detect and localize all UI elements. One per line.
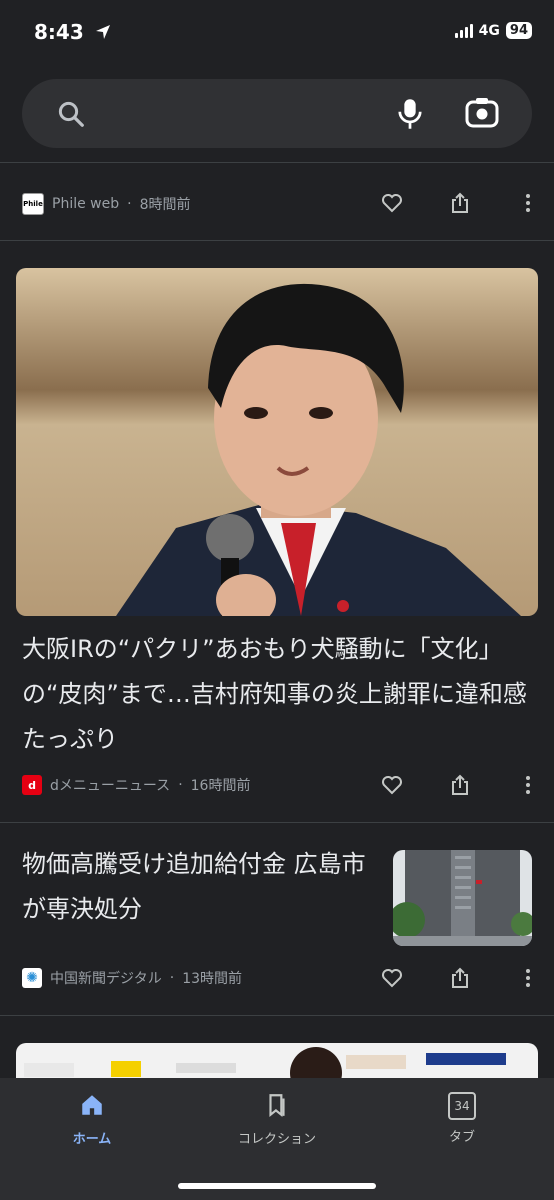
heart-icon[interactable] [380, 191, 404, 215]
dmenu-favicon-icon: d [22, 775, 42, 795]
article-thumbnail[interactable] [393, 850, 532, 946]
source-name[interactable]: Phile web [52, 196, 119, 212]
bottom-navigation: ホーム コレクション 34 タブ [0, 1078, 554, 1200]
article-source-row: d dメニューニュース · 16時間前 [22, 775, 250, 795]
location-arrow-icon [95, 25, 110, 39]
separator-dot: · [178, 777, 183, 793]
nav-home-label: ホーム [72, 1132, 112, 1147]
home-icon [82, 1095, 102, 1115]
separator-dot: · [127, 196, 132, 212]
more-vert-icon[interactable] [516, 966, 540, 990]
article-headline[interactable]: 物価高騰受け追加給付金 広島市が専決処分 [22, 842, 372, 932]
more-vert-icon[interactable] [516, 191, 540, 215]
building-photo [393, 850, 532, 946]
article-source-row: ✺ 中国新聞デジタル · 13時間前 [22, 968, 242, 988]
article-actions [380, 966, 540, 990]
divider [0, 240, 554, 241]
search-icon [58, 101, 84, 127]
news-photo [16, 268, 538, 616]
nav-collections-label: コレクション [237, 1132, 316, 1147]
publish-time: 16時間前 [190, 778, 251, 794]
status-time: 8:43 [34, 20, 111, 44]
camera-lens-icon[interactable] [465, 97, 499, 129]
heart-icon[interactable] [380, 966, 404, 990]
bookmark-icon [269, 1094, 285, 1118]
article-image[interactable] [16, 268, 538, 616]
signal-icon [454, 23, 473, 38]
source-name[interactable]: 中国新聞デジタル [50, 968, 162, 988]
microphone-icon[interactable] [396, 97, 424, 131]
tab-count-icon: 34 [448, 1092, 476, 1120]
home-indicator [178, 1183, 376, 1189]
status-indicators: 4G 94 [454, 22, 532, 39]
philweb-favicon-icon: Phile [22, 193, 44, 215]
more-vert-icon[interactable] [516, 773, 540, 797]
publish-time: 13時間前 [182, 971, 243, 987]
article-actions [380, 191, 540, 215]
search-bar[interactable] [22, 79, 532, 148]
share-icon[interactable] [448, 191, 472, 215]
nav-tabs[interactable]: 34 タブ [392, 1092, 532, 1145]
divider [0, 1015, 554, 1016]
source-name[interactable]: dメニューニュース [50, 775, 170, 795]
share-icon[interactable] [448, 966, 472, 990]
publish-time: 8時間前 [139, 197, 191, 213]
separator-dot: · [169, 970, 175, 986]
nav-collections[interactable]: コレクション [207, 1092, 347, 1147]
chugoku-shimbun-favicon-icon: ✺ [22, 968, 42, 988]
share-icon[interactable] [448, 773, 472, 797]
search-input[interactable] [102, 97, 386, 133]
article-source-row: Phile Phile web · 8時間前 [22, 193, 190, 215]
network-type: 4G [478, 22, 500, 39]
battery-level: 94 [505, 22, 532, 39]
heart-icon[interactable] [380, 773, 404, 797]
nav-tabs-label: タブ [448, 1130, 475, 1145]
nav-home[interactable]: ホーム [22, 1092, 162, 1147]
article-actions [380, 773, 540, 797]
article-headline[interactable]: 大阪IRの“パクリ”あおもり犬騒動に「文化」の“皮肉”まで…吉村府知事の炎上謝罪… [22, 627, 528, 762]
divider [0, 162, 554, 163]
divider [0, 822, 554, 823]
